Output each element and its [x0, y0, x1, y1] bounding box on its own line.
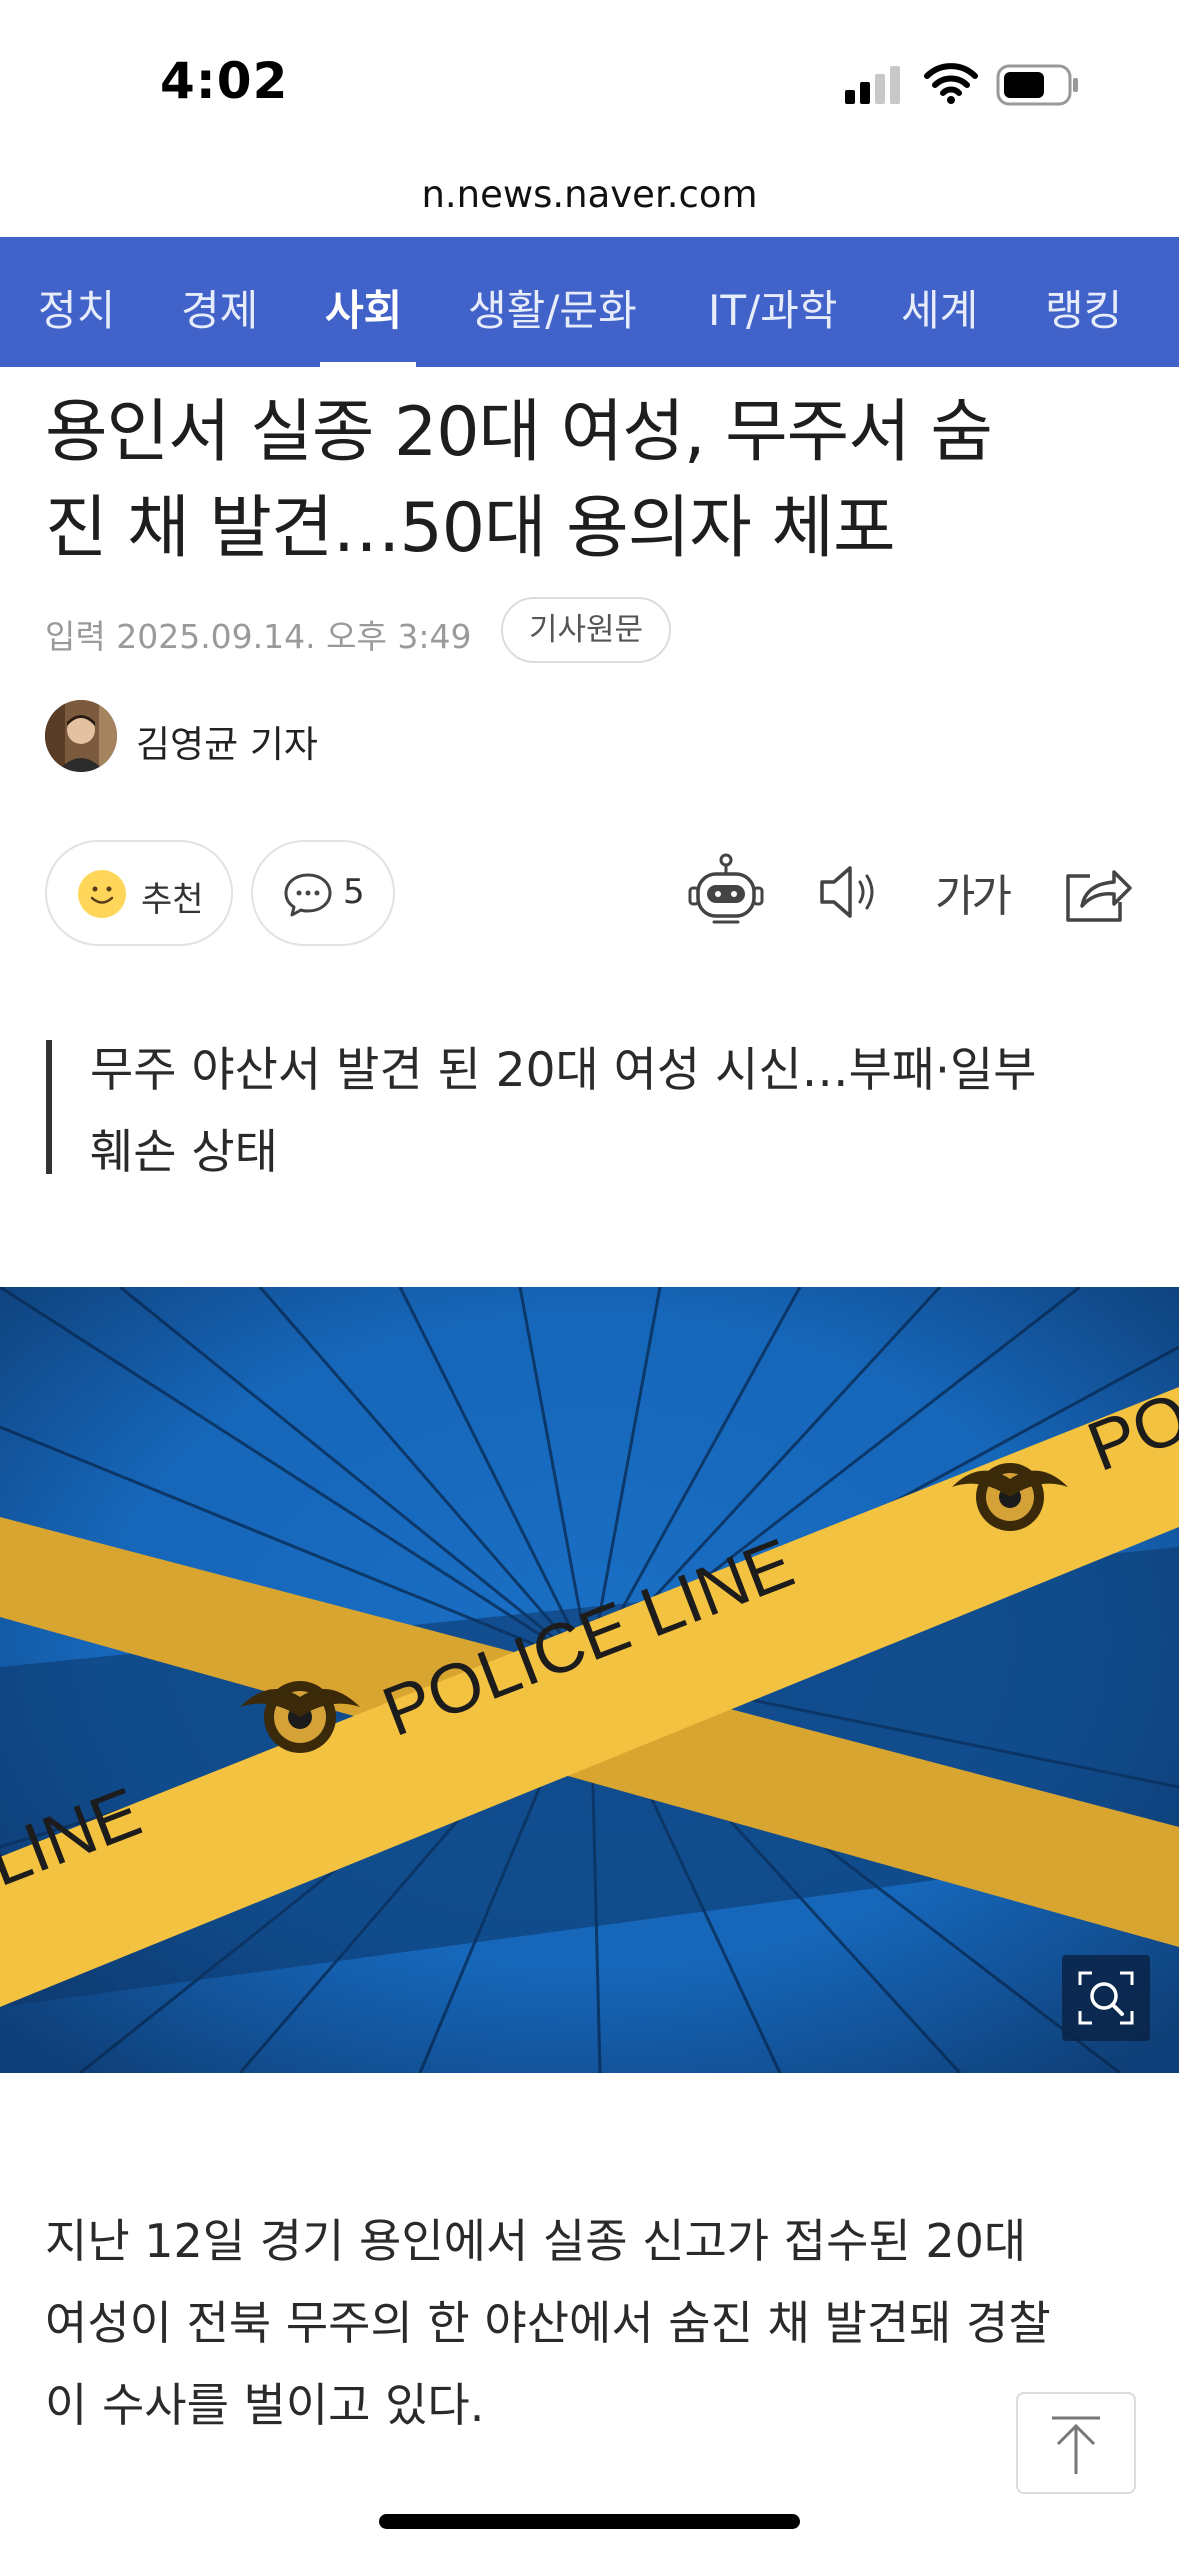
font-size-button[interactable]: 가가 [935, 860, 1015, 922]
wifi-icon [924, 63, 978, 104]
reporter-name[interactable]: 김영균 기자 [136, 714, 318, 768]
smile-icon [78, 870, 126, 918]
url-bar[interactable]: n.news.naver.com [0, 173, 1179, 216]
body-line-1: 지난 12일 경기 용인에서 실종 신고가 접수된 20대 [45, 2214, 1027, 2268]
tab-ranking[interactable]: 랭킹 [1045, 277, 1122, 338]
headline-line-1: 용인서 실종 20대 여성, 무주서 숨 [45, 393, 993, 472]
article-headline: 용인서 실종 20대 여성, 무주서 숨 진 채 발견…50대 용의자 체포 [45, 385, 1145, 577]
summary-line-2: 훼손 상태 [90, 1125, 278, 1180]
headline-line-2: 진 채 발견…50대 용의자 체포 [45, 489, 896, 568]
tab-economy[interactable]: 경제 [181, 277, 258, 338]
font-size-label: 가가 [935, 871, 1012, 922]
original-article-button[interactable]: 기사원문 [501, 597, 671, 663]
tab-politics[interactable]: 정치 [38, 277, 115, 338]
tab-it-science[interactable]: IT/과학 [708, 277, 837, 338]
tab-life-culture[interactable]: 생활/문화 [468, 277, 637, 338]
recommend-button[interactable]: 추천 [45, 840, 233, 946]
body-line-3: 이 수사를 벌이고 있다. [45, 2378, 485, 2432]
home-indicator[interactable] [379, 2514, 800, 2529]
comment-button[interactable]: 5 [251, 840, 395, 946]
summary-line-1: 무주 야산서 발견 된 20대 여성 시신…부패·일부 [90, 1043, 1037, 1098]
recommend-label: 추천 [141, 880, 204, 920]
article-body: 지난 12일 경기 용인에서 실종 신고가 접수된 20대 여성이 전북 무주의… [45, 2200, 1145, 2446]
zoom-icon [1078, 1971, 1134, 2025]
body-line-2: 여성이 전북 무주의 한 야산에서 숨진 채 발견돼 경찰 [45, 2296, 1051, 2350]
comment-icon [284, 873, 332, 917]
robot-icon[interactable] [686, 850, 766, 934]
publish-date: 입력 2025.09.14. 오후 3:49 [45, 617, 472, 656]
share-icon[interactable] [1058, 850, 1138, 934]
tab-society[interactable]: 사회 [325, 277, 402, 338]
scroll-to-top-button[interactable] [1016, 2392, 1136, 2494]
section-nav: 정치 경제 사회 생활/문화 IT/과학 세계 랭킹 [0, 237, 1179, 367]
arrow-up-icon [1052, 2416, 1100, 2474]
active-tab-indicator [320, 362, 416, 367]
comment-count: 5 [343, 872, 365, 912]
article-summary: 무주 야산서 발견 된 20대 여성 시신…부패·일부 훼손 상태 [90, 1030, 1110, 1194]
article-image[interactable]: POLICE LINE LINE PO [0, 1287, 1179, 2073]
status-time: 4:02 [160, 52, 289, 110]
tab-world[interactable]: 세계 [901, 277, 978, 338]
speaker-icon[interactable] [808, 850, 888, 934]
signal-icon [845, 66, 900, 104]
image-zoom-button[interactable] [1062, 1955, 1150, 2041]
reporter-avatar[interactable] [45, 700, 117, 772]
summary-quote-bar [46, 1040, 52, 1174]
battery-icon [996, 64, 1078, 106]
